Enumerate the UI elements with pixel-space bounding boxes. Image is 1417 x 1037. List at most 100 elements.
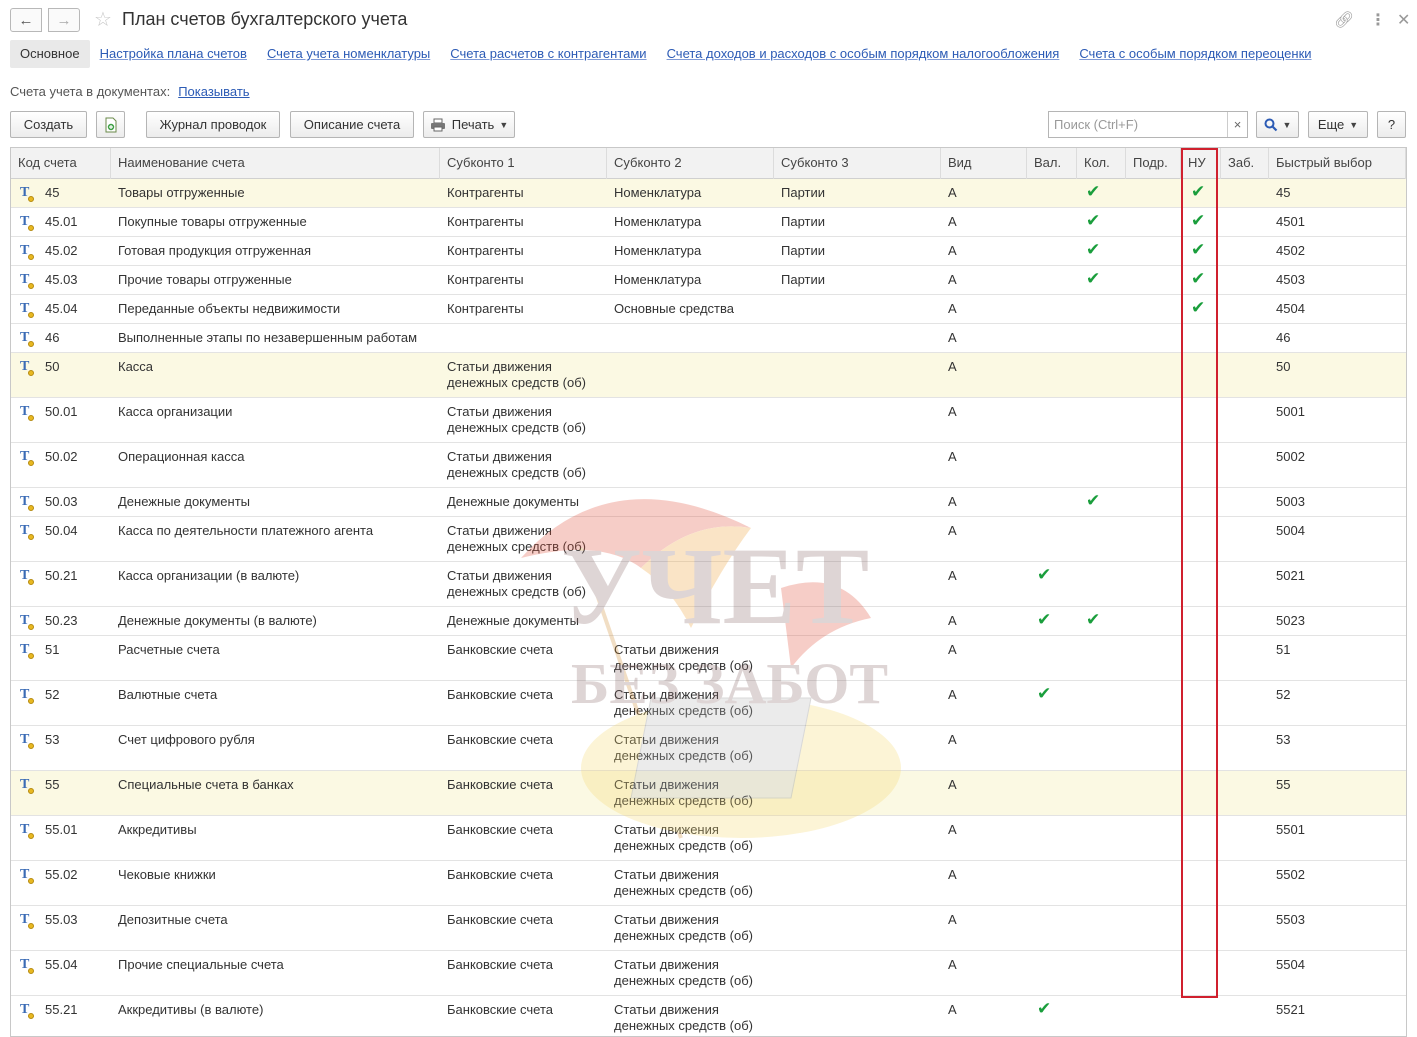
account-type-icon: T: [20, 330, 36, 348]
back-button[interactable]: ←: [10, 8, 42, 32]
quick-select: 5021: [1276, 568, 1305, 583]
column-header-0[interactable]: Код счета: [11, 148, 111, 179]
check-val-icon: ✔: [1037, 999, 1052, 1018]
create-button-label: Создать: [23, 117, 74, 132]
table-row[interactable]: T 53 Счет цифрового рубля Банковские счета С…: [11, 726, 1406, 771]
account-type-icon: T: [20, 523, 36, 541]
table-row[interactable]: T 45.04 Переданные объекты недвижимости Кон…: [11, 295, 1406, 324]
check-val-icon: ✔: [1037, 684, 1052, 703]
subconto-2: Основные средства: [614, 301, 734, 316]
check-qty-icon: ✔: [1086, 211, 1101, 230]
account-name: Касса организации (в валюте): [118, 568, 300, 583]
account-code: 55.04: [45, 957, 78, 972]
quick-select: 4503: [1276, 272, 1305, 287]
account-type-icon: T: [20, 642, 36, 660]
column-header-8[interactable]: Подр.: [1126, 148, 1181, 179]
caret-down-icon: ▼: [499, 119, 509, 130]
journal-button[interactable]: Журнал проводок: [146, 111, 280, 138]
account-code: 50.04: [45, 523, 78, 538]
more-button[interactable]: Еще ▼: [1308, 111, 1368, 138]
search-input[interactable]: Поиск (Ctrl+F) ×: [1048, 111, 1248, 138]
column-header-2[interactable]: Субконто 1: [440, 148, 607, 179]
account-name: Депозитные счета: [118, 912, 228, 927]
quick-select: 4502: [1276, 243, 1305, 258]
help-icon: ?: [1387, 117, 1396, 132]
account-kind: А: [948, 359, 957, 374]
subconto-1: Банковские счета: [447, 642, 554, 657]
table-row[interactable]: T 50 Касса Статьи движения денежных средств…: [11, 353, 1406, 398]
table-row[interactable]: T 45.03 Прочие товары отгруженные Контраген…: [11, 266, 1406, 295]
search-placeholder: Поиск (Ctrl+F): [1054, 117, 1139, 132]
account-code: 55.01: [45, 822, 78, 837]
account-type-icon: T: [20, 777, 36, 795]
clear-search-icon[interactable]: ×: [1227, 112, 1247, 137]
table-row[interactable]: T 52 Валютные счета Банковские счета Статьи …: [11, 681, 1406, 726]
account-name: Касса по деятельности платежного агента: [118, 523, 374, 538]
subconto-2: Статьи движения денежных средств (об): [614, 642, 753, 673]
table-row[interactable]: T 45.01 Покупные товары отгруженные Контраг…: [11, 208, 1406, 237]
column-header-5[interactable]: Вид: [941, 148, 1027, 179]
column-header-7[interactable]: Кол.: [1077, 148, 1126, 179]
column-header-1[interactable]: Наименование счета: [111, 148, 440, 179]
tab-5[interactable]: Счета с особым порядком переоценки: [1069, 40, 1321, 68]
table-row[interactable]: T 55.01 Аккредитивы Банковские счета Статьи …: [11, 816, 1406, 861]
account-kind: А: [948, 822, 957, 837]
subconto-1: Банковские счета: [447, 822, 554, 837]
show-accounts-link[interactable]: Показывать: [178, 84, 249, 99]
table-row[interactable]: T 50.03 Денежные документы Денежные докумен…: [11, 488, 1406, 517]
subconto-1: Статьи движения денежных средств (об): [447, 523, 586, 554]
search-options-button[interactable]: ▼: [1256, 111, 1299, 138]
column-header-6[interactable]: Вал.: [1027, 148, 1077, 179]
create-button[interactable]: Создать: [10, 111, 87, 138]
column-header-9[interactable]: НУ: [1181, 148, 1221, 179]
table-row[interactable]: T 50.21 Касса организации (в валюте) Статьи…: [11, 562, 1406, 607]
table-row[interactable]: T 45 Товары отгруженные Контрагенты Номенкла…: [11, 179, 1406, 208]
check-val-icon: ✔: [1037, 610, 1052, 629]
subconto-2: Номенклатура: [614, 243, 702, 258]
print-button[interactable]: Печать ▼: [423, 111, 515, 138]
account-code: 46: [45, 330, 60, 345]
column-header-4[interactable]: Субконто 3: [774, 148, 941, 179]
column-header-11[interactable]: Быстрый выбор: [1269, 148, 1406, 179]
favorite-star-icon[interactable]: ☆: [94, 7, 112, 32]
table-row[interactable]: T 46 Выполненные этапы по незавершенным ра…: [11, 324, 1406, 353]
account-type-icon: T: [20, 185, 36, 203]
table-row[interactable]: T 55.04 Прочие специальные счета Банковские…: [11, 951, 1406, 996]
table-row[interactable]: T 55.21 Аккредитивы (в валюте) Банковские с…: [11, 996, 1406, 1036]
journal-button-label: Журнал проводок: [159, 117, 267, 132]
table-row[interactable]: T 55.02 Чековые книжки Банковские счета Стат…: [11, 861, 1406, 906]
account-code: 55.02: [45, 867, 78, 882]
table-row[interactable]: T 55.03 Депозитные счета Банковские счета Ст…: [11, 906, 1406, 951]
table-row[interactable]: T 50.01 Касса организации Статьи движения д…: [11, 398, 1406, 443]
more-vertical-icon[interactable]: ⋮: [1370, 10, 1386, 30]
table-row[interactable]: T 50.04 Касса по деятельности платежного а…: [11, 517, 1406, 562]
help-button[interactable]: ?: [1377, 111, 1406, 138]
quick-select: 4501: [1276, 214, 1305, 229]
title-bar: ← → ☆ План счетов бухгалтерского учета 🔗…: [0, 0, 1417, 40]
account-name: Денежные документы: [118, 494, 251, 509]
tab-2[interactable]: Счета учета номенклатуры: [257, 40, 440, 68]
link-icon[interactable]: 🔗︎: [1334, 10, 1354, 30]
account-name: Специальные счета в банках: [118, 777, 294, 792]
check-qty-icon: ✔: [1086, 610, 1101, 629]
tab-4[interactable]: Счета доходов и расходов с особым порядк…: [657, 40, 1070, 68]
subconto-2: Номенклатура: [614, 272, 702, 287]
table-row[interactable]: T 50.23 Денежные документы (в валюте) Денеж…: [11, 607, 1406, 636]
table-row[interactable]: T 50.02 Операционная касса Статьи движения …: [11, 443, 1406, 488]
tab-1[interactable]: Настройка плана счетов: [90, 40, 257, 68]
subconto-1: Контрагенты: [447, 243, 524, 258]
account-description-button[interactable]: Описание счета: [290, 111, 414, 138]
table-row[interactable]: T 51 Расчетные счета Банковские счета Статьи…: [11, 636, 1406, 681]
column-header-10[interactable]: Заб.: [1221, 148, 1269, 179]
account-name: Аккредитивы: [118, 822, 197, 837]
tab-3[interactable]: Счета расчетов с контрагентами: [440, 40, 656, 68]
table-row[interactable]: T 55 Специальные счета в банках Банковские …: [11, 771, 1406, 816]
tab-0[interactable]: Основное: [10, 40, 90, 68]
subconto-2: Статьи движения денежных средств (об): [614, 867, 753, 898]
quick-select: 50: [1276, 359, 1291, 374]
column-header-3[interactable]: Субконто 2: [607, 148, 774, 179]
close-icon[interactable]: ✕: [1397, 10, 1410, 30]
table-row[interactable]: T 45.02 Готовая продукция отгруженная Контр…: [11, 237, 1406, 266]
forward-button[interactable]: →: [48, 8, 80, 32]
create-copy-button[interactable]: [96, 111, 125, 138]
